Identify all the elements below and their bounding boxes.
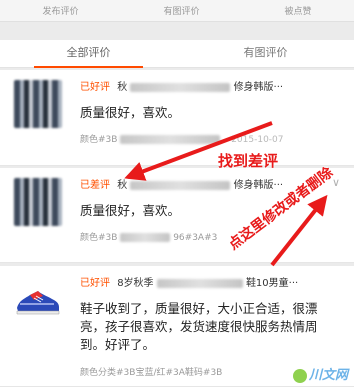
rating-label: 已好评 bbox=[80, 82, 110, 93]
watermark-logo: 川文网 bbox=[292, 364, 348, 383]
product-title-start: 8岁秋季 bbox=[117, 278, 154, 289]
product-thumbnail[interactable] bbox=[14, 178, 62, 226]
blurred-text bbox=[120, 135, 221, 144]
product-title-start: 秋 bbox=[117, 180, 128, 191]
rating-label: 已好评 bbox=[80, 278, 110, 289]
blurred-text bbox=[156, 278, 243, 288]
product-title-end: 修身韩版··· bbox=[233, 82, 284, 93]
tab-photo-reviews[interactable]: 有图评价 bbox=[177, 40, 354, 67]
review-date: 2015-10-07 bbox=[231, 135, 284, 145]
watermark-text: 川文网 bbox=[308, 368, 348, 383]
sku-info: 颜色#3B 96#3A#3 bbox=[80, 230, 217, 243]
annotation-find-bad-review: 找到差评 bbox=[218, 152, 279, 170]
product-thumbnail[interactable] bbox=[14, 276, 62, 324]
sku-text: 颜色#3B bbox=[80, 233, 118, 243]
rating-label: 已差评 bbox=[80, 180, 110, 191]
sku-text: 颜色#3B bbox=[80, 135, 118, 145]
product-title-end: 鞋10男童··· bbox=[245, 278, 299, 289]
blurred-text bbox=[130, 180, 231, 190]
watermark-icon bbox=[292, 368, 307, 383]
review-content: 质量很好，喜欢。 bbox=[80, 105, 181, 120]
review-item[interactable]: 已好评 秋 修身韩版··· 质量很好，喜欢。 颜色#3B 2015-10-07 bbox=[0, 70, 354, 166]
top-nav-liked[interactable]: 被点赞 bbox=[284, 4, 311, 17]
sku-info: 颜色分类#3B宝蓝/红#3A鞋码#3B bbox=[80, 368, 223, 378]
sku-text-mid: 96#3A#3 bbox=[173, 233, 218, 243]
top-nav-publish-review[interactable]: 发布评价 bbox=[42, 4, 78, 17]
top-nav-bar: 发布评价 有图评价 被点赞 bbox=[0, 0, 354, 22]
blurred-text bbox=[120, 233, 171, 242]
top-nav-photo-review[interactable]: 有图评价 bbox=[163, 4, 199, 17]
product-title-start: 秋 bbox=[117, 82, 128, 93]
blurred-text bbox=[130, 82, 231, 92]
review-header: 已好评 8岁秋季 鞋10男童··· bbox=[80, 274, 344, 290]
tab-all-reviews[interactable]: 全部评价 bbox=[0, 40, 177, 68]
product-thumbnail[interactable] bbox=[14, 80, 62, 128]
product-title-end: 修身韩版··· bbox=[233, 180, 284, 191]
shoe-icon bbox=[16, 291, 60, 315]
review-tabs: 全部评价 有图评价 bbox=[0, 40, 354, 68]
review-header: 已好评 秋 修身韩版··· bbox=[80, 78, 344, 94]
review-content: 鞋子收到了，质量很好，大小正合适，很漂亮，孩子很喜欢，发货速度很快服务热情周到。… bbox=[80, 301, 318, 352]
sku-info: 颜色#3B 2015-10-07 bbox=[80, 132, 284, 145]
